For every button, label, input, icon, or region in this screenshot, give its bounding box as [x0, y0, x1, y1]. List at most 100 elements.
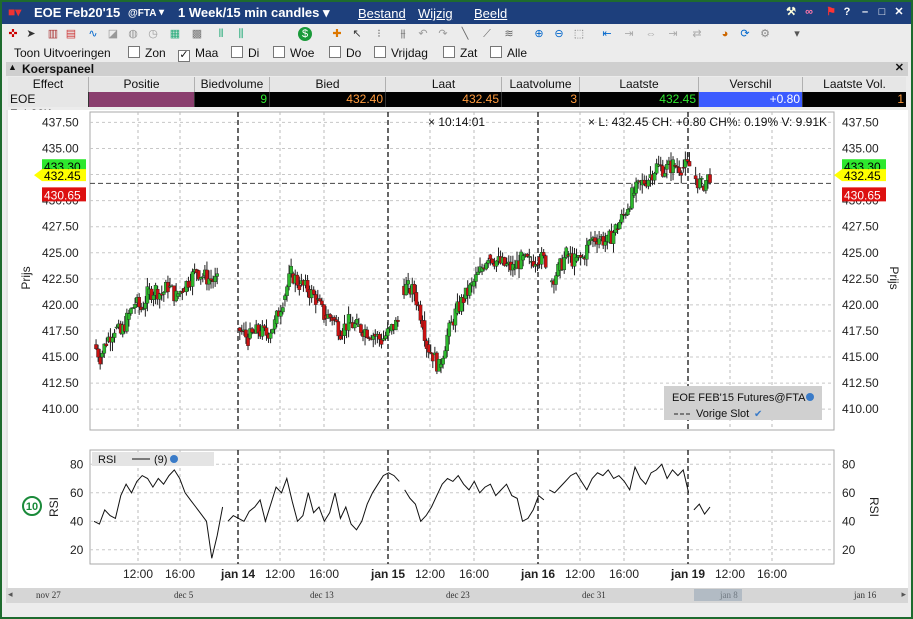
- col-laatste[interactable]: Laatste: [580, 77, 699, 92]
- cursor-icon[interactable]: ➤: [24, 27, 38, 41]
- y-tick-label-right: 412.50: [842, 376, 879, 390]
- maximize-icon[interactable]: □: [875, 5, 889, 19]
- cell-positie[interactable]: [89, 92, 195, 107]
- sync-icon[interactable]: ⟳: [738, 27, 752, 41]
- navigator-window[interactable]: [694, 589, 742, 601]
- scroll-left-icon[interactable]: ⇤: [600, 27, 614, 41]
- col-effect[interactable]: Effect: [8, 77, 89, 92]
- trend-tool-icon[interactable]: ⫵: [396, 27, 410, 41]
- y-tick-label-left: 422.50: [42, 272, 79, 286]
- checkbox-woe[interactable]: Woe: [273, 46, 314, 60]
- scroll-left-arrow-icon[interactable]: ◂: [8, 589, 13, 600]
- clock-icon[interactable]: ◷: [146, 27, 160, 41]
- menu-bestand[interactable]: Bestand: [358, 6, 406, 21]
- fib-icon[interactable]: ≋: [502, 27, 516, 41]
- x-tick-label: 16:00: [757, 567, 787, 581]
- refresh-icon[interactable]: ◍: [126, 27, 140, 41]
- menu-beeld[interactable]: Beeld: [474, 6, 507, 21]
- navigator-label: jan 16: [854, 590, 877, 600]
- navigator-label: dec 23: [446, 590, 470, 600]
- cross-tool-icon[interactable]: ✚: [330, 27, 344, 41]
- window-menu-icon[interactable]: ■▾: [8, 5, 21, 19]
- flag-icon[interactable]: ⚑: [824, 5, 838, 19]
- grid-icon[interactable]: ▩: [190, 27, 204, 41]
- text-tool-icon[interactable]: ⁝: [372, 27, 386, 41]
- checkbox-zon[interactable]: Zon: [128, 46, 166, 60]
- col-laat[interactable]: Laat: [386, 77, 502, 92]
- step-icon[interactable]: ⇥: [666, 27, 680, 41]
- pointer-icon[interactable]: ↖: [350, 27, 364, 41]
- chart-svg[interactable]: 12:00 16:00 jan 14 12:00 16:00 jan 15 12:00 16:…: [8, 110, 908, 590]
- rsi-pane: [89, 449, 835, 565]
- crosshair-icon[interactable]: ✜: [6, 27, 20, 41]
- col-laatvolume[interactable]: Laatvolume: [502, 77, 580, 92]
- undo-icon[interactable]: ↶: [416, 27, 430, 41]
- time-navigator[interactable]: nov 27dec 5dec 13dec 23dec 31jan 8jan 16…: [6, 588, 908, 603]
- collapse-icon[interactable]: ▲: [8, 62, 17, 72]
- candle-body: [151, 295, 156, 300]
- help-icon[interactable]: ?: [840, 5, 854, 19]
- candle-body: [439, 363, 443, 368]
- candle-body: [94, 344, 98, 350]
- layout-icon[interactable]: ▦: [168, 27, 182, 41]
- draw-line-icon[interactable]: ╲: [458, 27, 472, 41]
- globe-icon[interactable]: ◕: [718, 27, 732, 41]
- zoom-out-icon[interactable]: ⊖: [552, 27, 566, 41]
- candles-icon[interactable]: ▤: [64, 27, 78, 41]
- col-bied[interactable]: Bied: [270, 77, 386, 92]
- zoom-in-icon[interactable]: ⊕: [532, 27, 546, 41]
- settings-icon[interactable]: ⚙: [758, 27, 772, 41]
- candle-body: [137, 297, 141, 308]
- candle-body: [541, 252, 546, 256]
- close-panel-icon[interactable]: ✕: [895, 61, 904, 74]
- scroll-right-arrow-icon[interactable]: ▸: [901, 589, 906, 600]
- menu-wijzig[interactable]: Wijzig: [418, 6, 453, 21]
- area-chart-icon[interactable]: ◪: [106, 27, 120, 41]
- wrench-icon[interactable]: ⚒: [784, 5, 798, 19]
- candle-body: [617, 222, 622, 230]
- candle-body: [396, 319, 400, 322]
- legend-check-icon: ✔: [754, 409, 762, 420]
- fit-icon[interactable]: ⬚: [572, 27, 586, 41]
- exchange-dropdown-icon[interactable]: ▾: [159, 7, 164, 18]
- more-icon[interactable]: ▾: [790, 27, 804, 41]
- candle-body: [642, 179, 647, 185]
- candle-body: [237, 327, 242, 332]
- line-chart-icon[interactable]: ∿: [86, 27, 100, 41]
- checkbox-alle[interactable]: Alle: [490, 46, 527, 60]
- col-positie[interactable]: Positie: [89, 77, 195, 92]
- checkbox-vrijdag[interactable]: Vrijdag: [374, 46, 428, 60]
- redo-icon[interactable]: ↷: [436, 27, 450, 41]
- checkbox-di[interactable]: Di: [231, 46, 259, 60]
- y-tick-label-right: 437.50: [842, 115, 879, 129]
- rsi-tick-right: 40: [842, 514, 856, 528]
- chart-area[interactable]: 12:00 16:00 jan 14 12:00 16:00 jan 15 12:00 16:…: [8, 110, 908, 590]
- link-icon[interactable]: ∞: [802, 5, 816, 19]
- last-marker-left-text: 432.45: [44, 169, 81, 183]
- col-laatste-vol[interactable]: Laatste Vol.: [803, 77, 906, 92]
- quote-row[interactable]: EOE Feb20'1... 9 432.40 432.45 3 432.45 …: [8, 92, 906, 121]
- checkbox-zat[interactable]: Zat: [443, 46, 477, 60]
- cell-effect[interactable]: EOE Feb20'1...: [8, 92, 89, 121]
- checkbox-maa[interactable]: ✓ Maa: [178, 46, 218, 62]
- candle-body: [100, 353, 105, 358]
- indicator-icon[interactable]: ⫴: [214, 27, 228, 41]
- bars-icon[interactable]: ▥: [46, 27, 60, 41]
- study-icon[interactable]: ⫼: [234, 27, 248, 41]
- period-selector[interactable]: 1 Week/15 min candles ▾: [178, 5, 330, 21]
- candle-body: [699, 178, 704, 180]
- minimize-icon[interactable]: –: [858, 5, 872, 19]
- ray-icon[interactable]: ⟋: [480, 27, 494, 41]
- crosshair-time: × 10:14:01: [428, 115, 485, 129]
- scroll-start-icon[interactable]: ⇥: [622, 27, 636, 41]
- col-verschil[interactable]: Verschil: [699, 77, 803, 92]
- compare-icon[interactable]: ⇄: [690, 27, 704, 41]
- close-icon[interactable]: ✕: [892, 5, 906, 19]
- price-readout: × L: 432.45 CH: +0.80 CH%: 0.19% V: 9.91…: [588, 115, 827, 129]
- checkbox-do[interactable]: Do: [329, 46, 361, 60]
- dollar-icon[interactable]: $: [298, 27, 312, 41]
- candle-body: [365, 329, 369, 339]
- pan-icon[interactable]: ⇔: [644, 27, 658, 41]
- col-biedvolume[interactable]: Biedvolume: [195, 77, 270, 92]
- candle-body: [320, 300, 324, 305]
